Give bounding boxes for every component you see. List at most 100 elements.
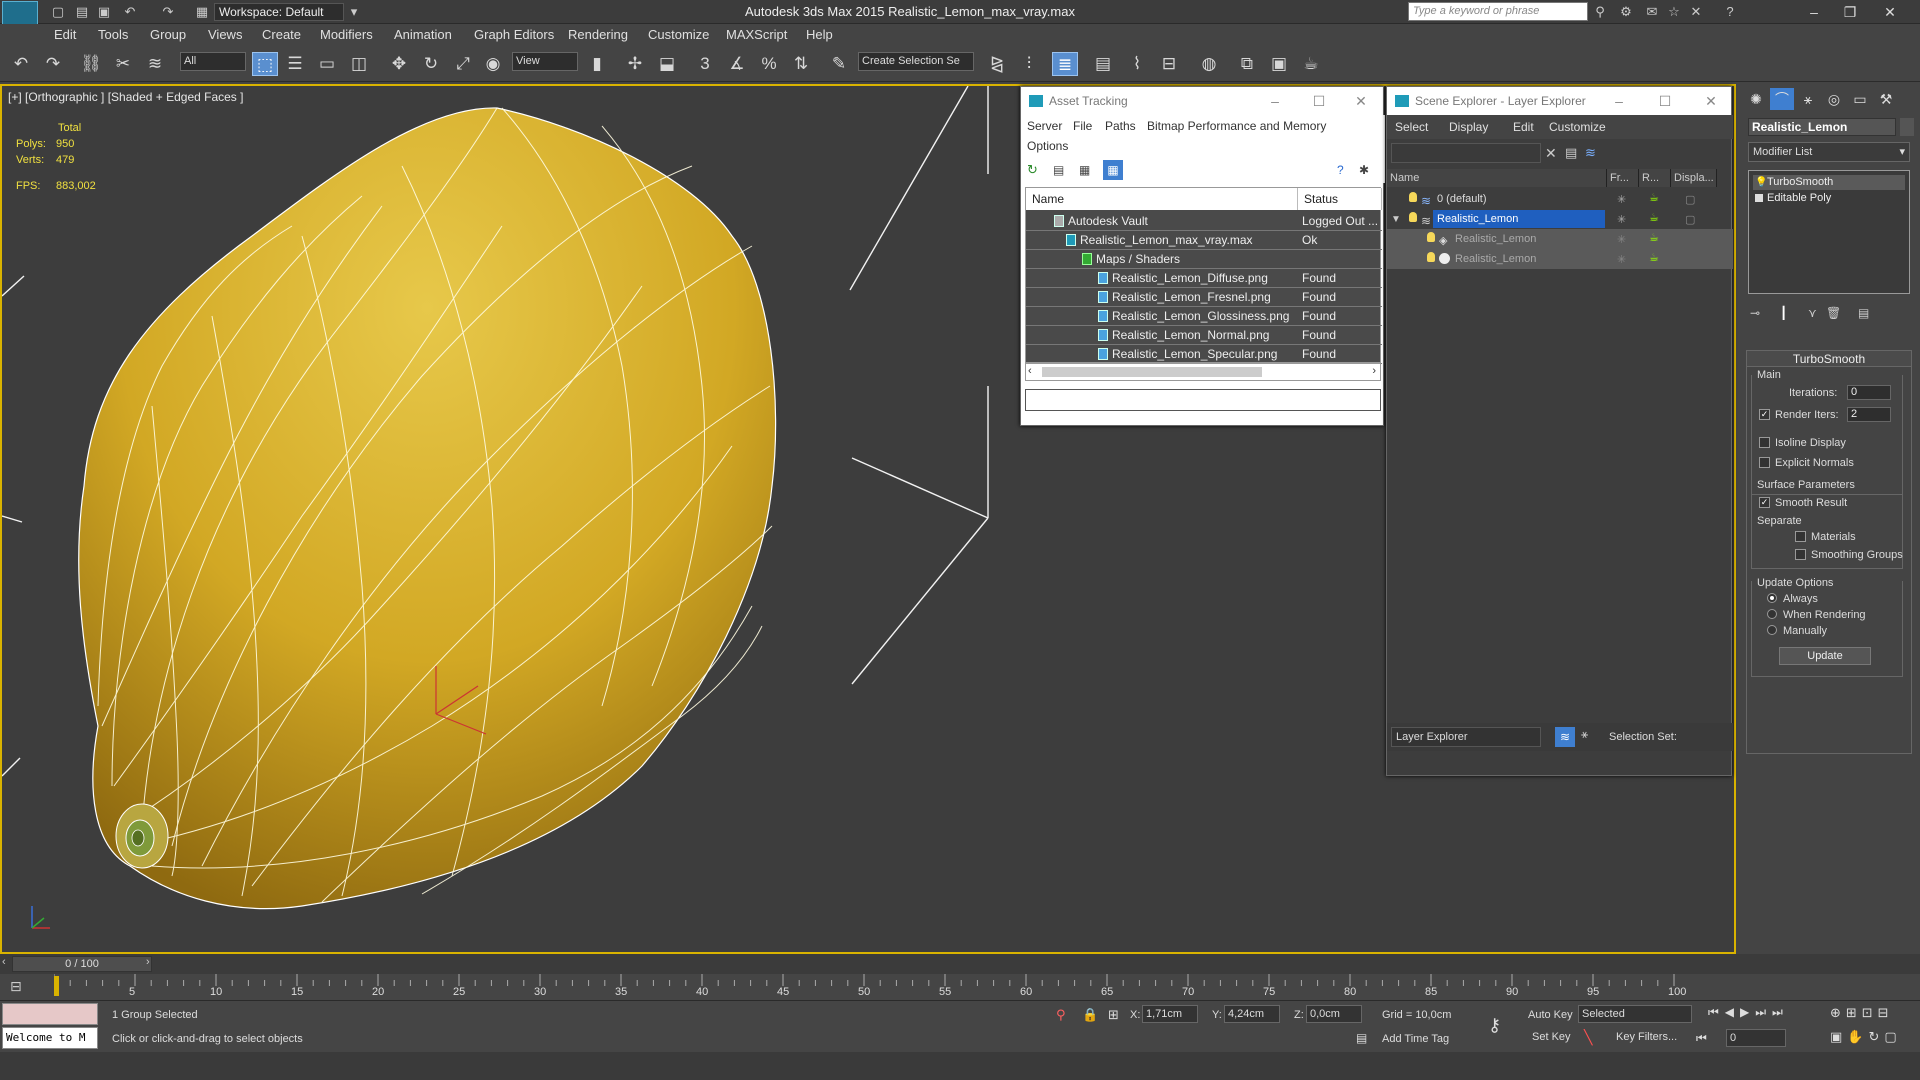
percent-snap-icon[interactable]: % <box>756 52 782 76</box>
set-key-icon[interactable]: ╲ <box>1584 1029 1592 1046</box>
keyboard-shortcut-icon[interactable]: ⬓ <box>654 52 680 76</box>
bind-space-warp-icon[interactable]: ≋ <box>142 52 168 76</box>
render-iters-spinner[interactable]: 2 <box>1847 407 1891 422</box>
render-iters-checkbox[interactable]: ✓ <box>1759 409 1770 420</box>
align-icon[interactable]: ⫶ <box>1016 52 1042 76</box>
layer-tools-icon[interactable]: ≋ <box>1585 145 1596 161</box>
menu-options[interactable]: Options <box>1027 139 1068 153</box>
current-frame-field[interactable]: 0 <box>1726 1029 1786 1047</box>
teapot-icon[interactable]: ☕ <box>1649 233 1661 244</box>
undo-icon[interactable]: ↶ <box>122 4 138 20</box>
time-slider[interactable]: 0 / 100 <box>12 956 152 972</box>
key-icon[interactable]: ⚷ <box>1488 1015 1501 1036</box>
display-box-icon[interactable]: ▢ <box>1685 210 1695 230</box>
expand-box-icon[interactable] <box>1755 194 1763 202</box>
column-header-render[interactable]: R... <box>1639 169 1671 187</box>
light-bulb-icon[interactable] <box>1427 232 1435 242</box>
table-row[interactable]: Autodesk Vault Logged Out ... <box>1026 212 1382 231</box>
link-icon[interactable]: ⛓ <box>78 52 104 76</box>
menu-customize[interactable]: Customize <box>648 27 709 42</box>
auto-key-button[interactable]: Auto Key <box>1528 1009 1573 1021</box>
redo-icon[interactable]: ↷ <box>160 4 176 20</box>
show-end-result-icon[interactable]: ┃ <box>1780 306 1787 320</box>
menu-views[interactable]: Views <box>208 27 242 42</box>
refresh-icon[interactable]: ↻ <box>1027 163 1041 177</box>
smooth-result-checkbox[interactable]: ✓ <box>1759 497 1770 508</box>
time-tag-icon[interactable]: ▤ <box>1356 1031 1367 1045</box>
window-crossing-icon[interactable]: ◫ <box>346 52 372 76</box>
light-bulb-icon[interactable] <box>1409 212 1417 222</box>
help-icon[interactable]: ? <box>1722 4 1738 20</box>
light-bulb-icon[interactable] <box>1409 192 1417 202</box>
teapot-icon[interactable]: ☕ <box>1649 253 1661 264</box>
column-header-frozen[interactable]: Fr... <box>1607 169 1639 187</box>
update-button[interactable]: Update <box>1779 647 1871 665</box>
go-to-start-icon[interactable]: ⏮ <box>1696 1031 1707 1046</box>
menu-edit[interactable]: Edit <box>54 27 76 42</box>
freeze-icon[interactable]: ✳ <box>1617 250 1626 270</box>
table-row[interactable]: Realistic_Lemon_Diffuse.png Found <box>1026 269 1382 288</box>
pan-orbit-icons[interactable]: ▣✋↻▢ <box>1830 1029 1902 1045</box>
redo-icon[interactable]: ↷ <box>40 52 66 76</box>
make-unique-icon[interactable]: ⋎ <box>1808 306 1817 320</box>
rectangular-selection-icon[interactable]: ▭ <box>314 52 340 76</box>
menu-tools[interactable]: Tools <box>98 27 128 42</box>
key-mode-dropdown[interactable]: Selected <box>1578 1005 1692 1023</box>
menu-paths[interactable]: Paths <box>1105 119 1136 133</box>
light-bulb-icon[interactable]: 💡 <box>1755 175 1767 190</box>
find-icon[interactable]: ▤ <box>1565 145 1577 161</box>
material-editor-icon[interactable]: ◍ <box>1196 52 1222 76</box>
table-row[interactable]: Realistic_Lemon_Normal.png Found <box>1026 326 1382 345</box>
list-view-icon[interactable]: ▤ <box>1053 163 1067 177</box>
menu-edit[interactable]: Edit <box>1513 120 1534 134</box>
scene-explorer-window[interactable]: Scene Explorer - Layer Explorer – ☐ ✕ Se… <box>1386 86 1733 776</box>
menu-select[interactable]: Select <box>1395 120 1428 134</box>
select-object-icon[interactable]: ⬚ <box>252 52 278 76</box>
maxscript-listener-white[interactable]: Welcome to M <box>2 1027 98 1049</box>
rendered-frame-window-icon[interactable]: ▣ <box>1266 52 1292 76</box>
menu-create[interactable]: Create <box>262 27 301 42</box>
scene-explorer-titlebar[interactable]: Scene Explorer - Layer Explorer – ☐ ✕ <box>1387 87 1731 115</box>
scene-search-input[interactable] <box>1391 143 1541 163</box>
rotate-icon[interactable]: ↻ <box>418 52 444 76</box>
close-icon[interactable]: ✕ <box>1339 87 1383 115</box>
menu-animation[interactable]: Animation <box>394 27 452 42</box>
asset-tracking-titlebar[interactable]: Asset Tracking – ☐ ✕ <box>1021 87 1383 115</box>
table-row[interactable]: Maps / Shaders <box>1026 250 1382 269</box>
minimize-icon[interactable]: – <box>1794 2 1834 22</box>
schematic-view-icon[interactable]: ⊟ <box>1156 52 1182 76</box>
favorites-star-icon[interactable]: ☆ <box>1666 4 1682 20</box>
display-tab-icon[interactable]: ▭ <box>1848 88 1872 110</box>
set-key-button[interactable]: Set Key <box>1532 1031 1571 1043</box>
freeze-icon[interactable]: ✳ <box>1617 210 1626 230</box>
teapot-icon[interactable]: ☕ <box>1649 213 1661 224</box>
menu-graph-editors[interactable]: Graph Editors <box>474 27 554 42</box>
table-row[interactable]: Realistic_Lemon_Specular.png Found <box>1026 345 1382 364</box>
minimize-icon[interactable]: – <box>1597 87 1641 115</box>
menu-maxscript[interactable]: MAXScript <box>726 27 787 42</box>
time-cursor[interactable] <box>54 976 59 996</box>
tree-row[interactable]: Realistic_Lemon ✳ ☕ <box>1387 249 1733 269</box>
asset-tracking-window[interactable]: Asset Tracking – ☐ ✕ Server File Paths B… <box>1020 86 1385 426</box>
column-header-name[interactable]: Name <box>1026 188 1298 210</box>
spinner-snap-icon[interactable]: ⇅ <box>788 52 814 76</box>
modify-tab-icon[interactable]: ⌒ <box>1770 88 1794 110</box>
manually-radio[interactable] <box>1767 625 1777 635</box>
move-icon[interactable]: ✥ <box>386 52 412 76</box>
close-icon[interactable]: ✕ <box>1689 87 1733 115</box>
viewport-nav-icons[interactable]: ⊕⊞⊡⊟ <box>1830 1005 1894 1021</box>
pivot-center-icon[interactable]: ▮ <box>584 52 610 76</box>
modifier-list-dropdown[interactable]: Modifier List ▾ <box>1748 142 1910 162</box>
highlight-icon[interactable]: ✱ <box>1359 163 1373 177</box>
y-coordinate-field[interactable]: 4,24cm <box>1224 1005 1280 1023</box>
configure-sets-icon[interactable]: ▤ <box>1858 306 1869 320</box>
table-row[interactable]: Realistic_Lemon_Glossiness.png Found <box>1026 307 1382 326</box>
freeze-icon[interactable]: ✳ <box>1617 190 1626 210</box>
undo-icon[interactable]: ↶ <box>8 52 34 76</box>
object-name-field[interactable]: Realistic_Lemon <box>1748 118 1896 136</box>
menu-server[interactable]: Server <box>1027 119 1062 133</box>
restore-icon[interactable]: ❐ <box>1830 2 1870 22</box>
stack-item-turbosmooth[interactable]: 💡 TurboSmooth <box>1753 175 1905 190</box>
display-box-icon[interactable]: ▢ <box>1685 190 1695 210</box>
absolute-mode-icon[interactable]: ⊞ <box>1108 1007 1119 1023</box>
